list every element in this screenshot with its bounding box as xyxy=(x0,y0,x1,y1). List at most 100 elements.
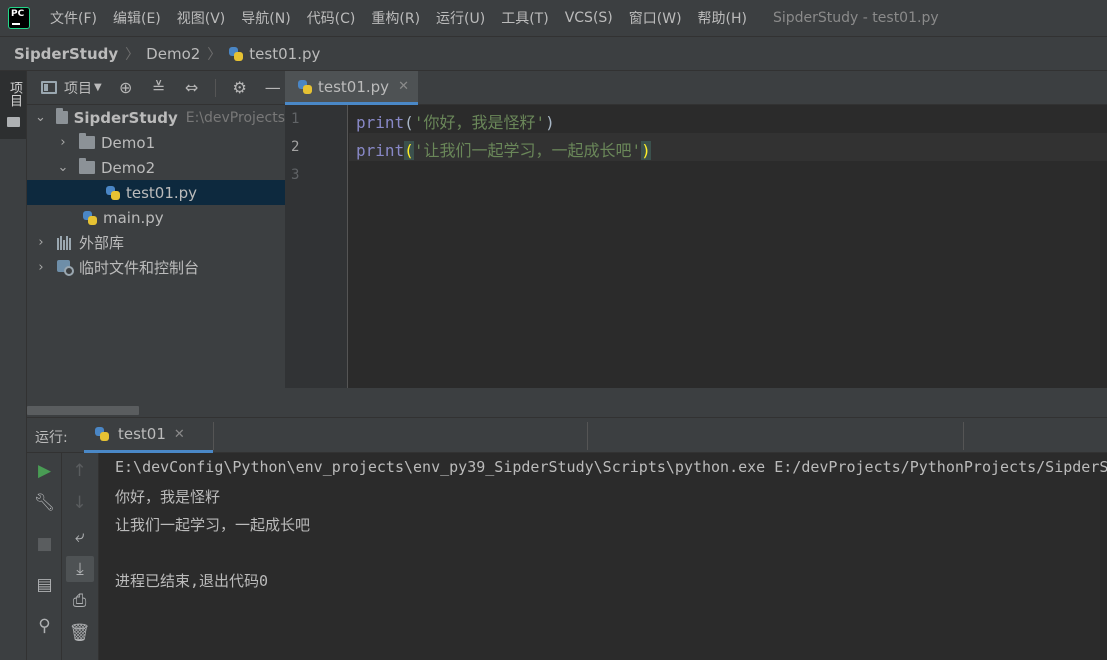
run-toolbar-secondary: ↑ ↓ ⤶ ⤓ ⎙ 🗑︎ xyxy=(62,453,99,660)
menu-refactor[interactable]: 重构(R) xyxy=(363,8,428,28)
tree-item-demo1[interactable]: › Demo1 xyxy=(27,130,285,155)
tree-item-label: main.py xyxy=(103,208,164,227)
close-icon[interactable]: ✕ xyxy=(174,427,185,442)
project-panel: 项目 ▼ ⊕ ≚ ⇔ ⚙ — ⌄ SipderStudy E:\devProje… xyxy=(27,71,285,417)
python-file-icon xyxy=(105,185,121,201)
library-icon xyxy=(57,235,73,250)
python-file-icon xyxy=(228,46,244,62)
project-tool-tab[interactable]: 项目 xyxy=(0,71,26,139)
tree-item-main[interactable]: main.py xyxy=(27,205,285,230)
tree-item-demo2[interactable]: ⌄ Demo2 xyxy=(27,155,285,180)
project-view-selector[interactable]: 项目 ▼ xyxy=(41,78,102,98)
tree-item-root[interactable]: ⌄ SipderStudy E:\devProjects xyxy=(27,105,285,130)
expand-all-icon[interactable]: ≚ xyxy=(150,78,168,97)
menu-edit[interactable]: 编辑(E) xyxy=(105,8,169,28)
breadcrumb: SipderStudy 〉 Demo2 〉 test01.py xyxy=(0,36,1107,71)
breadcrumb-file-label: test01.py xyxy=(249,44,321,63)
python-file-icon xyxy=(82,210,98,226)
editor-tab-label: test01.py xyxy=(318,77,390,96)
breadcrumb-project[interactable]: SipderStudy xyxy=(14,45,118,63)
run-tool-header: 运行: test01 ✕ xyxy=(27,417,1107,453)
code-line-1[interactable]: print('你好，我是怪籽') xyxy=(356,109,555,133)
tree-item-label: SipderStudy xyxy=(73,108,178,127)
run-tab-label: test01 xyxy=(118,425,166,443)
code-paren-matched: ( xyxy=(404,141,414,160)
close-icon[interactable]: ✕ xyxy=(398,79,409,94)
code-keyword: print xyxy=(356,113,405,132)
horizontal-scrollbar[interactable] xyxy=(27,406,139,415)
layout-icon[interactable]: ▤ xyxy=(27,572,62,598)
soft-wrap-icon[interactable]: ⤶ xyxy=(62,524,97,550)
chevron-down-icon[interactable]: ⌄ xyxy=(57,160,69,175)
menu-navigate[interactable]: 导航(N) xyxy=(233,8,298,28)
menu-tools[interactable]: 工具(T) xyxy=(493,8,556,28)
menu-run[interactable]: 运行(U) xyxy=(428,8,493,28)
breadcrumb-folder[interactable]: Demo2 xyxy=(146,45,200,63)
console-line: 进程已结束,退出代码0 xyxy=(115,572,269,590)
python-icon xyxy=(94,426,110,442)
window-title: SipderStudy - test01.py xyxy=(773,10,939,26)
chevron-right-icon[interactable]: › xyxy=(57,135,69,150)
run-console[interactable]: E:\devConfig\Python\env_projects\env_py3… xyxy=(100,453,1107,660)
breadcrumb-file[interactable]: test01.py xyxy=(228,45,320,63)
tree-item-path: E:\devProjects xyxy=(185,109,285,126)
tree-item-external-libraries[interactable]: › 外部库 xyxy=(27,230,285,255)
line-number: 1 xyxy=(291,111,300,127)
folder-icon xyxy=(7,117,20,127)
project-tool-tab-label: 项目 xyxy=(7,81,22,107)
console-line: 你好，我是怪籽 xyxy=(115,488,221,506)
editor-tab-bar: test01.py ✕ xyxy=(285,71,1107,105)
toolbar-divider xyxy=(214,78,216,97)
divider xyxy=(213,422,214,450)
editor-tab-test01[interactable]: test01.py ✕ xyxy=(285,71,418,105)
pin-icon[interactable]: ⚲ xyxy=(27,613,62,639)
code-editor[interactable]: print('你好，我是怪籽') print('让我们一起学习，一起成长吧') xyxy=(349,105,1107,388)
menu-view[interactable]: 视图(V) xyxy=(169,8,234,28)
chevron-down-icon[interactable]: ⌄ xyxy=(35,110,46,125)
code-paren: ( xyxy=(404,113,414,132)
run-toolbar-primary: ▶ 🔧︎ ■ ▤ ⚲ xyxy=(27,453,62,660)
divider xyxy=(963,422,964,450)
menu-window[interactable]: 窗口(W) xyxy=(621,8,690,28)
minimize-icon[interactable]: — xyxy=(264,78,282,97)
run-tab-test01[interactable]: test01 ✕ xyxy=(84,418,213,453)
scratch-console-icon xyxy=(57,259,75,277)
chevron-right-icon[interactable]: › xyxy=(35,260,47,275)
project-icon xyxy=(41,81,57,94)
project-toolbar: 项目 ▼ ⊕ ≚ ⇔ ⚙ — xyxy=(27,71,285,105)
scroll-to-end-icon[interactable]: ⤓ xyxy=(66,556,94,582)
menu-vcs[interactable]: VCS(S) xyxy=(557,10,621,26)
tree-item-label: 临时文件和控制台 xyxy=(79,259,200,277)
rerun-icon[interactable]: ▶ xyxy=(27,458,62,484)
stop-icon[interactable]: ■ xyxy=(27,531,62,557)
print-icon[interactable]: ⎙ xyxy=(62,588,97,614)
locate-icon[interactable]: ⊕ xyxy=(117,78,135,97)
code-line-2[interactable]: print('让我们一起学习，一起成长吧') xyxy=(356,137,651,161)
collapse-all-icon[interactable]: ⇔ xyxy=(183,78,201,97)
code-string: '让我们一起学习，一起成长吧' xyxy=(413,141,642,160)
chevron-right-icon: 〉 xyxy=(207,46,222,63)
menu-code[interactable]: 代码(C) xyxy=(299,8,364,28)
arrow-down-icon[interactable]: ↓ xyxy=(62,490,97,516)
tree-item-label: test01.py xyxy=(126,183,198,202)
menu-help[interactable]: 帮助(H) xyxy=(690,8,755,28)
chevron-right-icon[interactable]: › xyxy=(35,235,47,250)
python-file-icon xyxy=(297,79,313,95)
menu-bar: PC 文件(F) 编辑(E) 视图(V) 导航(N) 代码(C) 重构(R) 运… xyxy=(0,0,1107,36)
code-keyword: print xyxy=(356,141,405,160)
gear-icon[interactable]: ⚙ xyxy=(231,78,249,97)
dropdown-arrow-icon: ▼ xyxy=(94,82,102,93)
tree-item-scratches[interactable]: › 临时文件和控制台 xyxy=(27,255,285,280)
folder-icon xyxy=(55,108,68,124)
code-paren: ) xyxy=(545,113,555,132)
editor-gutter: 1 2 3 xyxy=(285,105,348,388)
console-line: E:\devConfig\Python\env_projects\env_py3… xyxy=(115,458,1107,476)
editor-bottom-strip xyxy=(285,388,1107,417)
menu-file[interactable]: 文件(F) xyxy=(42,8,105,28)
wrench-icon[interactable]: 🔧︎ xyxy=(27,490,62,516)
arrow-up-icon[interactable]: ↑ xyxy=(62,458,97,484)
code-paren-matched: ) xyxy=(641,141,651,160)
trash-icon[interactable]: 🗑︎ xyxy=(62,620,97,646)
code-string: '你好，我是怪籽' xyxy=(413,113,546,132)
tree-item-test01[interactable]: test01.py xyxy=(27,180,285,205)
